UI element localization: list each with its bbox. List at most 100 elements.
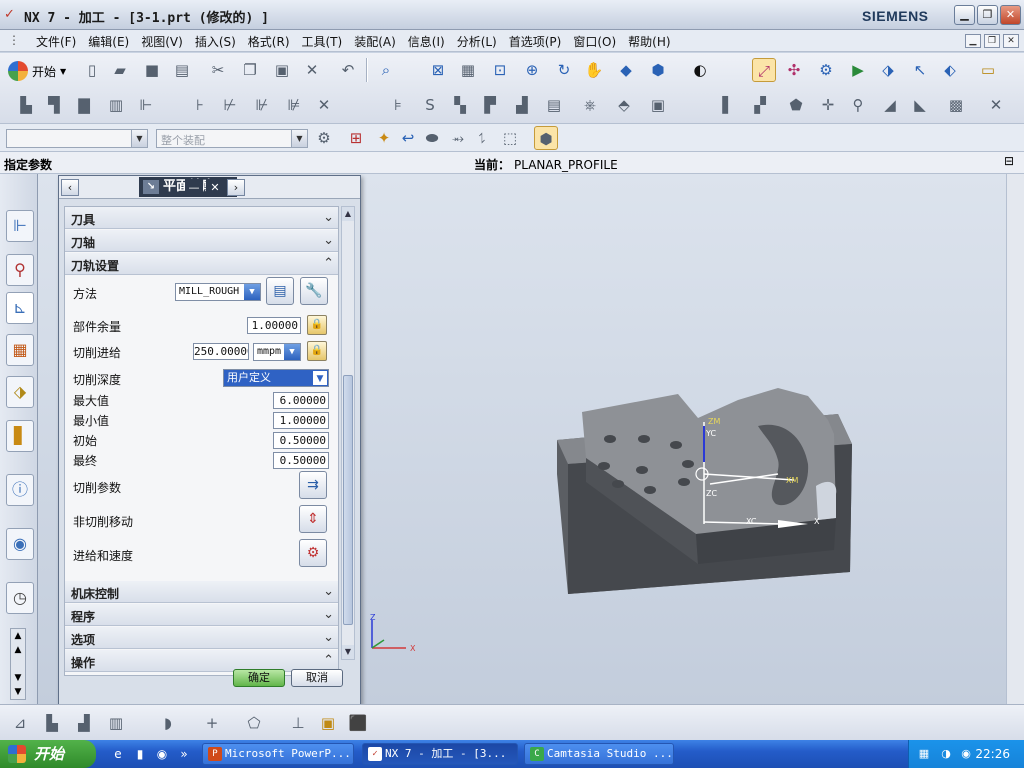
machine-tool-tab[interactable]: ⚲ [6, 254, 34, 286]
reuse-library-tab[interactable]: ▦ [6, 334, 34, 366]
print-icon[interactable]: ▤ [170, 58, 194, 82]
arc-center-icon[interactable]: ⥍ [470, 126, 494, 150]
assembly-navigator-tab[interactable]: ⬗ [6, 376, 34, 408]
shaded-view-icon[interactable]: ◆ [614, 58, 638, 82]
menu-format[interactable]: 格式(R) [242, 33, 296, 50]
end-point-icon[interactable]: ✦ [372, 126, 396, 150]
method-select[interactable]: MILL_ROUGH ▼ [175, 283, 261, 301]
zoom-icon[interactable]: ⊕ [520, 58, 544, 82]
section-options[interactable]: 选项 ⌄ [65, 627, 338, 649]
feeds-speeds-button[interactable]: ⚙ [299, 539, 327, 567]
blank-icon[interactable]: ⬟ [784, 93, 808, 117]
menu-preferences[interactable]: 首选项(P) [503, 33, 568, 50]
max-field[interactable]: 6.00000 [273, 392, 329, 409]
dialog-scroll-thumb[interactable] [343, 375, 353, 625]
generate-path-icon[interactable]: ⚙ [814, 58, 838, 82]
dialog-scrollbar[interactable]: ▲ ▼ [341, 206, 355, 660]
command-finder-icon[interactable]: ⌕ [374, 58, 398, 82]
task-powerpoint[interactable]: P Microsoft PowerP... [202, 743, 354, 765]
create-operation-icon[interactable]: ⊩ [134, 93, 158, 117]
stock-lock-icon[interactable]: 🔒 [307, 315, 327, 335]
menu-assemblies[interactable]: 装配(A) [348, 33, 402, 50]
menu-insert[interactable]: 插入(S) [189, 33, 242, 50]
stock-icon[interactable]: ◣ [908, 93, 932, 117]
feature-icon[interactable]: ⚲ [846, 93, 870, 117]
task-nx[interactable]: ✓ NX 7 - 加工 - [3... [362, 743, 518, 765]
depth-select[interactable]: 用户定义 ▼ [223, 369, 329, 387]
history-tab[interactable]: ◉ [6, 528, 34, 560]
save-icon[interactable]: ■ [140, 58, 164, 82]
section-path-settings[interactable]: 刀轨设置 ⌃ [65, 253, 338, 275]
delete-icon[interactable]: ✕ [300, 58, 324, 82]
fit-view-icon[interactable]: ⊠ [426, 58, 450, 82]
keyboard-icon[interactable]: ▦ [917, 747, 931, 761]
media-player-icon[interactable]: ◉ [154, 746, 170, 762]
simulate-icon[interactable]: ▟ [510, 93, 534, 117]
edit-method-button[interactable]: 🔧 [300, 277, 328, 305]
transform-icon[interactable]: ▌ [716, 93, 740, 117]
wcs-dynamic-icon[interactable]: ⤢ [752, 58, 776, 82]
select-face-icon[interactable]: ⬢ [534, 126, 558, 150]
toolbar-close-icon[interactable]: ✕ [984, 93, 1008, 117]
undo-icon[interactable]: ↶ [336, 58, 360, 82]
verify-path-icon[interactable]: ▶ [846, 58, 870, 82]
output-cls-icon[interactable]: ▤ [542, 93, 566, 117]
control-point-icon[interactable]: ⬬ [420, 126, 444, 150]
select-icon[interactable]: ↖ [908, 58, 932, 82]
initial-field[interactable]: 0.50000 [273, 432, 329, 449]
revolve-icon[interactable]: ▟ [72, 711, 96, 735]
datum-axis-icon[interactable]: ⊥ [286, 711, 310, 735]
program-view-icon[interactable]: ⊦ [188, 93, 212, 117]
datum-plane-icon[interactable]: ⬠ [242, 711, 266, 735]
wcs-origin-icon[interactable]: ✣ [782, 58, 806, 82]
task-camtasia[interactable]: C Camtasia Studio ... [524, 743, 674, 765]
start-menu-button[interactable]: 开始 ▼ [8, 59, 66, 83]
doc-minimize-button[interactable]: ▁ [965, 34, 981, 48]
snap-point-icon[interactable]: ⊞ [344, 126, 368, 150]
generate-icon[interactable]: ⊧ [386, 93, 410, 117]
post-icon[interactable]: ⎈ [578, 93, 602, 117]
rotate-icon[interactable]: ↻ [552, 58, 576, 82]
create-program-icon[interactable]: ▙ [14, 93, 38, 117]
network-icon[interactable]: ◑ [939, 747, 953, 761]
create-geometry-icon[interactable]: ▇ [72, 93, 96, 117]
show-desktop-icon[interactable]: ▮ [132, 746, 148, 762]
section-program[interactable]: 程序 ⌄ [65, 604, 338, 626]
non-cut-moves-button[interactable]: ⇕ [299, 505, 327, 533]
cut-icon[interactable]: ✂ [206, 58, 230, 82]
pattern-icon[interactable]: ▥ [104, 711, 128, 735]
quicklaunch-more-icon[interactable]: » [176, 746, 192, 762]
object-display-icon[interactable]: ▞ [748, 93, 772, 117]
close-button[interactable]: ✕ [1000, 5, 1021, 25]
point-icon[interactable]: + [200, 711, 224, 735]
minimize-button[interactable]: ▁ [954, 5, 975, 25]
dialog-forward-button[interactable]: › [227, 179, 245, 196]
ie-icon[interactable]: e [110, 746, 126, 762]
doc-close-button[interactable]: ✕ [1003, 34, 1019, 48]
nx-app-icon[interactable]: ✓ [4, 7, 20, 23]
zoom-region-icon[interactable]: ▦ [456, 58, 480, 82]
menu-window[interactable]: 窗口(O) [567, 33, 622, 50]
feed-field[interactable]: 250.00000 [193, 343, 249, 360]
section-axis[interactable]: 刀轴 ⌄ [65, 230, 338, 252]
menu-analysis[interactable]: 分析(L) [451, 33, 503, 50]
menu-file[interactable]: 文件(F) [30, 33, 82, 50]
pan-icon[interactable]: ✋ [582, 58, 606, 82]
intersection-icon[interactable]: ⥇ [446, 126, 470, 150]
layer-icon[interactable]: ▣ [316, 711, 340, 735]
mid-point-icon[interactable]: ↩ [396, 126, 420, 150]
scope-filter-combo[interactable]: 整个装配 ▼ [156, 129, 308, 148]
resource-scroll[interactable]: ▲ ▲ ▼ ▼ [10, 628, 26, 700]
info-icon[interactable]: ✛ [816, 93, 840, 117]
doc-restore-button[interactable]: ❐ [984, 34, 1000, 48]
ok-button[interactable]: 确定 [233, 669, 285, 687]
graphics-scrollbar[interactable] [1006, 174, 1024, 704]
menu-edit[interactable]: 编辑(E) [82, 33, 135, 50]
list-path-icon[interactable]: ▚ [448, 93, 472, 117]
replay-icon[interactable]: S [418, 93, 442, 117]
section-machine-control[interactable]: 机床控制 ⌄ [65, 581, 338, 603]
menu-information[interactable]: 信息(I) [402, 33, 451, 50]
render-style-icon[interactable]: ◐ [688, 58, 712, 82]
zoom-window-icon[interactable]: ⊡ [488, 58, 512, 82]
postprocess-icon[interactable]: ⬗ [876, 58, 900, 82]
